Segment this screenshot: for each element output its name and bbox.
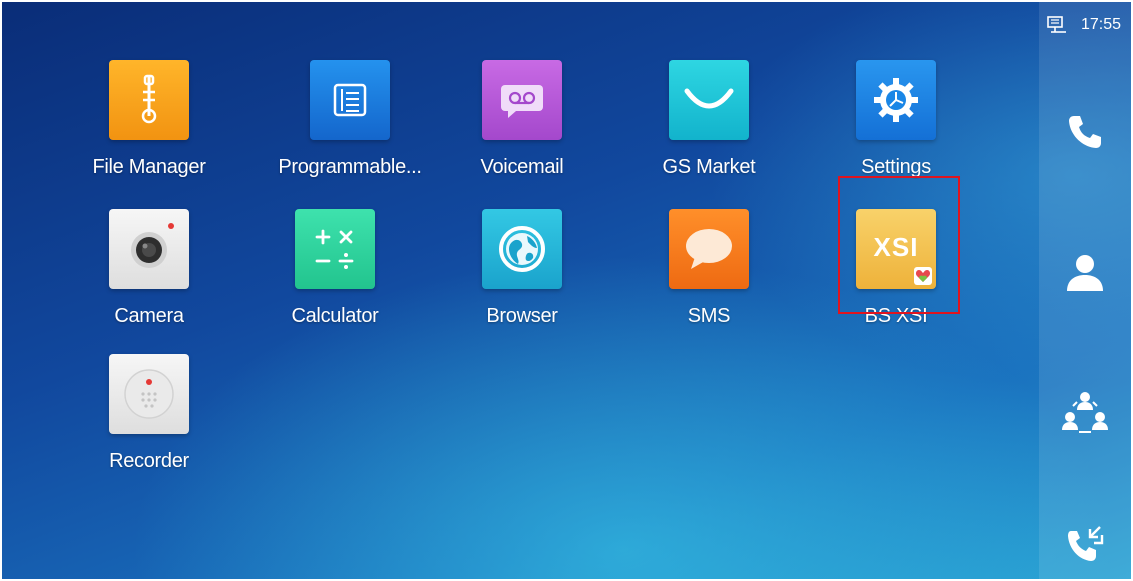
app-camera[interactable]: Camera: [79, 209, 219, 328]
side-dock: [1039, 2, 1131, 579]
phone-button[interactable]: [1059, 106, 1111, 158]
contacts-button[interactable]: [1059, 246, 1111, 298]
xsi-icon: XSI: [856, 209, 936, 289]
app-recorder[interactable]: Recorder: [79, 354, 219, 473]
app-browser[interactable]: Browser: [452, 209, 592, 328]
app-label: Browser: [486, 305, 558, 327]
conference-icon: [1062, 392, 1108, 433]
app-label: BS XSI: [864, 305, 928, 327]
app-label: GS Market: [662, 156, 756, 178]
phone-icon: [1069, 116, 1101, 148]
app-label: SMS: [687, 305, 731, 327]
app-calculator[interactable]: Calculator: [265, 209, 405, 328]
call-history-button[interactable]: [1059, 520, 1111, 572]
contact-icon: [1067, 255, 1103, 291]
app-label: Programmable...: [278, 156, 422, 178]
recorder-icon: [109, 354, 189, 434]
app-bs-xsi[interactable]: XSI BS XSI: [826, 209, 966, 328]
globe-icon: [482, 209, 562, 289]
app-programmable[interactable]: Programmable...: [265, 60, 435, 179]
app-gs-market[interactable]: GS Market: [639, 60, 779, 179]
heart-badge-icon: [914, 267, 932, 285]
conference-button[interactable]: [1059, 386, 1111, 438]
app-voicemail[interactable]: Voicemail: [452, 60, 592, 179]
app-sms[interactable]: SMS: [639, 209, 779, 328]
app-label: Camera: [114, 305, 184, 327]
app-file-manager[interactable]: File Manager: [79, 60, 219, 179]
gs-market-icon: [669, 60, 749, 140]
app-settings[interactable]: Settings: [826, 60, 966, 179]
call-history-icon: [1068, 526, 1104, 561]
gear-icon: [856, 60, 936, 140]
calculator-icon: [295, 209, 375, 289]
voicemail-icon: [482, 60, 562, 140]
xsi-icon-text: XSI: [873, 231, 919, 262]
app-label: Calculator: [291, 305, 379, 327]
app-label: File Manager: [92, 156, 206, 178]
app-label: Recorder: [109, 450, 189, 472]
home-screen: 17:55 File Manager Programmable... Voice…: [2, 2, 1131, 579]
camera-icon: [109, 209, 189, 289]
app-label: Settings: [861, 156, 931, 178]
app-label: Voicemail: [480, 156, 564, 178]
programmable-keys-icon: [310, 60, 390, 140]
chat-bubble-icon: [669, 209, 749, 289]
file-manager-icon: [109, 60, 189, 140]
